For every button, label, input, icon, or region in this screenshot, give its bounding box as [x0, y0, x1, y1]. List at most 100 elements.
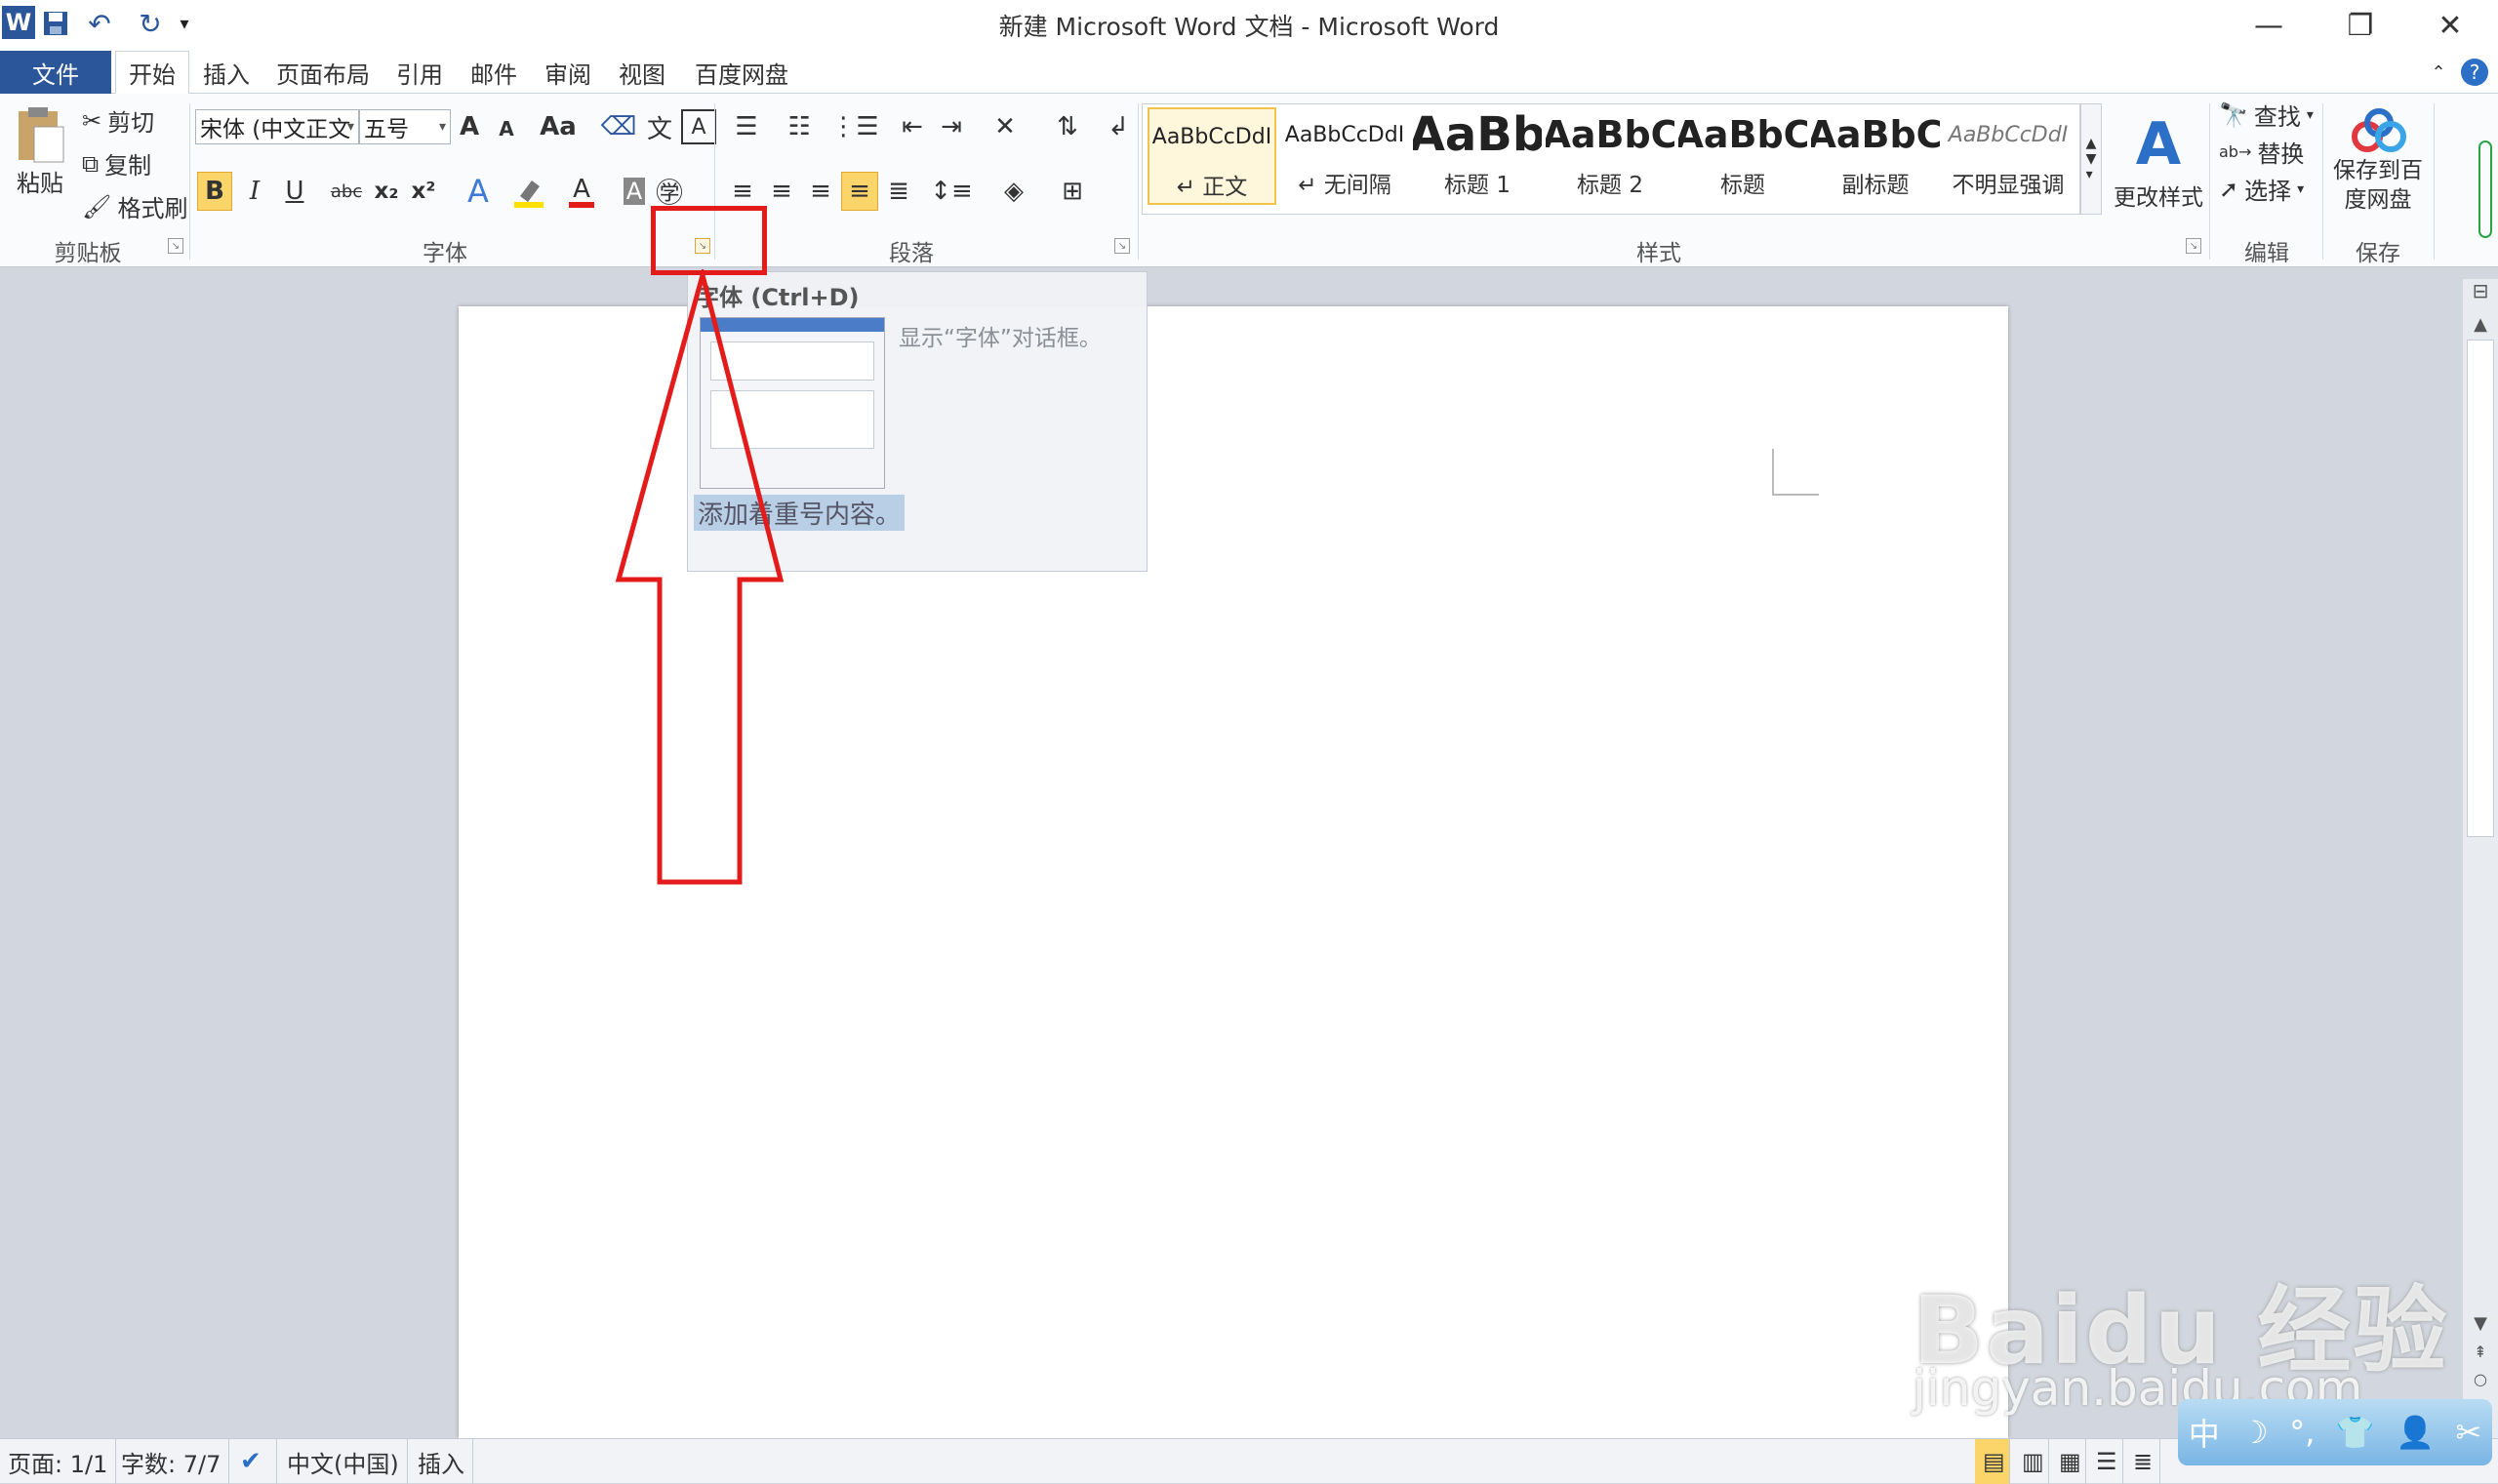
multilevel-list-icon[interactable]: ⋮☰ [830, 109, 878, 144]
help-icon[interactable]: ? [2459, 51, 2490, 94]
bold-button[interactable]: B [197, 172, 232, 211]
paragraph-launcher-icon[interactable]: ↘ [1114, 238, 1130, 254]
format-painter-button[interactable]: 🖌 格式刷 [82, 189, 187, 223]
style-no-spacing[interactable]: AaBbCcDdI ↵ 无间隔 [1280, 107, 1409, 205]
annotation-arrow-icon [615, 269, 785, 885]
character-shading-icon[interactable]: A [619, 172, 650, 211]
outline-view-icon[interactable]: ☰ [2088, 1439, 2123, 1484]
change-styles-button[interactable]: A 更改样式 [2108, 98, 2209, 224]
shirt-icon[interactable]: 👕 [2336, 1414, 2375, 1451]
italic-button[interactable]: I [238, 172, 271, 211]
proofing-icon[interactable]: ✔ [232, 1439, 277, 1484]
language-indicator[interactable]: 中文(中国) [279, 1439, 408, 1484]
cut-button[interactable]: ✂ 剪切 [82, 103, 154, 138]
asian-layout-icon[interactable]: ✕ [980, 109, 1030, 144]
tools-icon[interactable]: ✂ [2455, 1414, 2481, 1451]
subscript-button[interactable]: x₂ [369, 172, 404, 211]
scrollbar-thumb[interactable] [2467, 340, 2494, 837]
ime-toolbar[interactable]: 中 ☽ °, 👕 👤 ✂ [2178, 1399, 2492, 1465]
print-layout-view-icon[interactable]: ▤ [1975, 1439, 2010, 1484]
style-normal[interactable]: AaBbCcDdI ↵ 正文 [1148, 107, 1276, 205]
tab-baidu-netdisk[interactable]: 百度网盘 [685, 51, 798, 94]
align-right-icon[interactable]: ≡ [802, 172, 839, 211]
punctuation-icon[interactable]: °, [2289, 1414, 2315, 1451]
style-heading-2[interactable]: AaBbC 标题 2 [1546, 107, 1674, 205]
scroll-down-icon[interactable]: ▼ [2467, 1313, 2494, 1337]
borders-icon[interactable]: ⊞ [1048, 172, 1097, 211]
bullets-icon[interactable]: ☰ [726, 109, 767, 144]
copy-button[interactable]: ⧉ 复制 [82, 146, 151, 180]
style-name: 标题 [1720, 173, 1765, 198]
tab-page-layout[interactable]: 页面布局 [269, 51, 377, 94]
font-color-icon[interactable]: A [562, 172, 601, 211]
style-sample: AaBbC [1546, 113, 1674, 156]
change-case-button[interactable]: Aa [535, 109, 582, 144]
distributed-icon[interactable]: ≣ [880, 172, 917, 211]
page-count[interactable]: 页面: 1/1 [0, 1439, 117, 1484]
ruler-toggle-icon[interactable]: ⊟ [2467, 279, 2494, 310]
decrease-indent-icon[interactable]: ⇤ [894, 109, 931, 144]
save-to-baidu-button[interactable]: 保存到百度网盘 [2326, 98, 2430, 224]
tab-review[interactable]: 审阅 [537, 51, 599, 94]
strikethrough-button[interactable]: abc [326, 172, 367, 211]
style-title[interactable]: AaBbC 标题 [1678, 107, 1807, 205]
shrink-font-icon[interactable]: A [492, 111, 521, 146]
grow-font-icon[interactable]: A [455, 109, 484, 144]
text-effects-icon[interactable]: A [457, 172, 500, 211]
sort-icon[interactable]: ⇅ [1050, 109, 1085, 144]
numbering-icon[interactable]: ☷ [779, 109, 820, 144]
shading-icon[interactable]: ◈ [989, 172, 1038, 211]
draft-view-icon[interactable]: ≣ [2125, 1439, 2160, 1484]
gallery-scroll-icon[interactable]: ▲ ▼ ▾ [2080, 103, 2102, 215]
phonetic-guide-icon[interactable]: 文 [640, 109, 679, 144]
clear-formatting-icon[interactable]: ⌫ [599, 109, 638, 144]
tooltip-description: 显示“字体”对话框。 [899, 326, 1102, 351]
enclose-characters-icon[interactable]: ㊫ [652, 172, 687, 211]
insert-mode-indicator[interactable]: 插入 [410, 1439, 473, 1484]
find-button[interactable]: 🔭 查找 ▾ [2219, 98, 2314, 132]
style-subtle-emphasis[interactable]: AaBbCcDdI 不明显强调 [1944, 107, 2073, 205]
superscript-button[interactable]: x² [406, 172, 441, 211]
tab-insert[interactable]: 插入 [195, 51, 258, 94]
web-layout-icon[interactable]: ▦ [2051, 1439, 2086, 1484]
restore-button[interactable]: ❐ [2326, 4, 2395, 47]
increase-indent-icon[interactable]: ⇥ [933, 109, 970, 144]
user-icon[interactable]: 👤 [2396, 1414, 2435, 1451]
tab-mailings[interactable]: 邮件 [463, 51, 525, 94]
font-group-label: 字体 [423, 241, 467, 266]
copy-icon: ⧉ [82, 149, 100, 178]
full-screen-reading-icon[interactable]: ▥ [2014, 1439, 2049, 1484]
binoculars-icon: 🔭 [2219, 100, 2248, 129]
justify-icon[interactable]: ≡ [841, 172, 878, 211]
word-count[interactable]: 字数: 7/7 [113, 1439, 230, 1484]
align-center-icon[interactable]: ≡ [763, 172, 800, 211]
underline-button[interactable]: U [275, 172, 314, 211]
style-heading-1[interactable]: AaBb 标题 1 [1413, 107, 1542, 205]
select-button[interactable]: ➚ 选择 ▾ [2219, 172, 2304, 206]
style-subtitle[interactable]: AaBbC 副标题 [1811, 107, 1940, 205]
minimize-ribbon-icon[interactable]: ⌃ [2424, 51, 2453, 94]
moon-icon[interactable]: ☽ [2240, 1414, 2269, 1451]
select-browse-object-icon[interactable]: ○ [2467, 1370, 2494, 1393]
close-button[interactable]: ✕ [2416, 4, 2484, 47]
minimize-button[interactable]: — [2235, 4, 2303, 47]
tab-file[interactable]: 文件 [0, 51, 111, 94]
character-border-icon[interactable]: A [681, 109, 716, 144]
paste-button[interactable]: 粘贴 [10, 98, 70, 205]
clipboard-launcher-icon[interactable]: ↘ [168, 238, 183, 254]
font-name-combo[interactable]: 宋体 (中文正文 ▾ [195, 109, 359, 144]
tab-references[interactable]: 引用 [388, 51, 451, 94]
align-left-icon[interactable]: ≡ [724, 172, 761, 211]
scroll-up-icon[interactable]: ▲ [2467, 314, 2494, 338]
replace-button[interactable]: ab→ 替换 [2219, 135, 2304, 169]
paste-label: 粘贴 [17, 169, 63, 197]
ime-mode-indicator[interactable]: 中 [2189, 1410, 2220, 1455]
previous-page-icon[interactable]: ⇞ [2467, 1343, 2494, 1366]
tab-home[interactable]: 开始 [115, 51, 189, 94]
tab-view[interactable]: 视图 [611, 51, 673, 94]
font-size-combo[interactable]: 五号 ▾ [359, 109, 451, 144]
line-spacing-icon[interactable]: ↕≡ [927, 172, 976, 211]
show-marks-icon[interactable]: ↲ [1101, 109, 1136, 144]
highlight-color-icon[interactable] [507, 172, 550, 211]
styles-launcher-icon[interactable]: ↘ [2186, 238, 2201, 254]
